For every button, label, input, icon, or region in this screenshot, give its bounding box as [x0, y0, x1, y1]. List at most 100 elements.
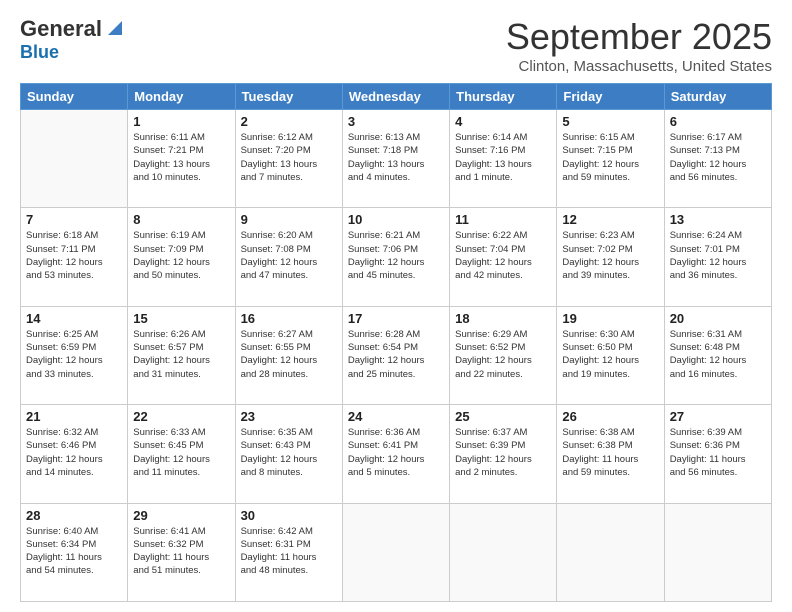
day-info: Sunrise: 6:19 AM Sunset: 7:09 PM Dayligh… — [133, 229, 229, 282]
logo-triangle-icon — [104, 17, 126, 39]
day-info: Sunrise: 6:22 AM Sunset: 7:04 PM Dayligh… — [455, 229, 551, 282]
day-info: Sunrise: 6:42 AM Sunset: 6:31 PM Dayligh… — [241, 525, 337, 578]
table-row: 30 Sunrise: 6:42 AM Sunset: 6:31 PM Dayli… — [235, 503, 342, 601]
day-info: Sunrise: 6:32 AM Sunset: 6:46 PM Dayligh… — [26, 426, 122, 479]
logo: General Blue — [20, 16, 126, 63]
day-info: Sunrise: 6:14 AM Sunset: 7:16 PM Dayligh… — [455, 131, 551, 184]
day-number: 15 — [133, 311, 229, 326]
day-info: Sunrise: 6:26 AM Sunset: 6:57 PM Dayligh… — [133, 328, 229, 381]
day-info: Sunrise: 6:35 AM Sunset: 6:43 PM Dayligh… — [241, 426, 337, 479]
day-number: 27 — [670, 409, 766, 424]
day-number: 13 — [670, 212, 766, 227]
table-row — [21, 110, 128, 208]
day-info: Sunrise: 6:41 AM Sunset: 6:32 PM Dayligh… — [133, 525, 229, 578]
table-row: 26 Sunrise: 6:38 AM Sunset: 6:38 PM Dayli… — [557, 405, 664, 503]
table-row: 2 Sunrise: 6:12 AM Sunset: 7:20 PM Daylig… — [235, 110, 342, 208]
day-info: Sunrise: 6:40 AM Sunset: 6:34 PM Dayligh… — [26, 525, 122, 578]
day-number: 14 — [26, 311, 122, 326]
day-info: Sunrise: 6:39 AM Sunset: 6:36 PM Dayligh… — [670, 426, 766, 479]
location-subtitle: Clinton, Massachusetts, United States — [506, 58, 772, 75]
day-number: 16 — [241, 311, 337, 326]
col-friday: Friday — [557, 84, 664, 110]
table-row: 5 Sunrise: 6:15 AM Sunset: 7:15 PM Daylig… — [557, 110, 664, 208]
day-info: Sunrise: 6:17 AM Sunset: 7:13 PM Dayligh… — [670, 131, 766, 184]
day-number: 19 — [562, 311, 658, 326]
table-row: 6 Sunrise: 6:17 AM Sunset: 7:13 PM Daylig… — [664, 110, 771, 208]
title-block: September 2025 Clinton, Massachusetts, U… — [506, 16, 772, 75]
table-row: 20Sunrise: 6:31 AM Sunset: 6:48 PM Dayli… — [664, 306, 771, 404]
day-number: 25 — [455, 409, 551, 424]
table-row: 12 Sunrise: 6:23 AM Sunset: 7:02 PM Dayli… — [557, 208, 664, 306]
day-number: 10 — [348, 212, 444, 227]
day-number: 2 — [241, 114, 337, 129]
day-info: Sunrise: 6:37 AM Sunset: 6:39 PM Dayligh… — [455, 426, 551, 479]
logo-text-blue: Blue — [20, 42, 59, 63]
day-number: 20 — [670, 311, 766, 326]
day-info: Sunrise: 6:38 AM Sunset: 6:38 PM Dayligh… — [562, 426, 658, 479]
table-row: 17Sunrise: 6:28 AM Sunset: 6:54 PM Dayli… — [342, 306, 449, 404]
day-info: Sunrise: 6:18 AM Sunset: 7:11 PM Dayligh… — [26, 229, 122, 282]
table-row: 22 Sunrise: 6:33 AM Sunset: 6:45 PM Dayli… — [128, 405, 235, 503]
col-thursday: Thursday — [450, 84, 557, 110]
month-title: September 2025 — [506, 16, 772, 58]
day-number: 18 — [455, 311, 551, 326]
day-info: Sunrise: 6:29 AM Sunset: 6:52 PM Dayligh… — [455, 328, 551, 381]
table-row — [664, 503, 771, 601]
table-row: 13 Sunrise: 6:24 AM Sunset: 7:01 PM Dayli… — [664, 208, 771, 306]
table-row: 16 Sunrise: 6:27 AM Sunset: 6:55 PM Dayli… — [235, 306, 342, 404]
table-row — [450, 503, 557, 601]
day-info: Sunrise: 6:15 AM Sunset: 7:15 PM Dayligh… — [562, 131, 658, 184]
day-number: 3 — [348, 114, 444, 129]
table-row: 29 Sunrise: 6:41 AM Sunset: 6:32 PM Dayli… — [128, 503, 235, 601]
day-number: 26 — [562, 409, 658, 424]
day-number: 7 — [26, 212, 122, 227]
table-row: 18 Sunrise: 6:29 AM Sunset: 6:52 PM Dayli… — [450, 306, 557, 404]
table-row: 10 Sunrise: 6:21 AM Sunset: 7:06 PM Dayli… — [342, 208, 449, 306]
col-saturday: Saturday — [664, 84, 771, 110]
day-number: 6 — [670, 114, 766, 129]
day-info: Sunrise: 6:23 AM Sunset: 7:02 PM Dayligh… — [562, 229, 658, 282]
day-number: 12 — [562, 212, 658, 227]
day-number: 22 — [133, 409, 229, 424]
col-tuesday: Tuesday — [235, 84, 342, 110]
table-row — [557, 503, 664, 601]
day-number: 4 — [455, 114, 551, 129]
table-row: 11 Sunrise: 6:22 AM Sunset: 7:04 PM Dayli… — [450, 208, 557, 306]
table-row: 23 Sunrise: 6:35 AM Sunset: 6:43 PM Dayli… — [235, 405, 342, 503]
table-row: 7 Sunrise: 6:18 AM Sunset: 7:11 PM Daylig… — [21, 208, 128, 306]
table-row: 15 Sunrise: 6:26 AM Sunset: 6:57 PM Dayli… — [128, 306, 235, 404]
day-info: Sunrise: 6:25 AM Sunset: 6:59 PM Dayligh… — [26, 328, 122, 381]
day-info: Sunrise: 6:11 AM Sunset: 7:21 PM Dayligh… — [133, 131, 229, 184]
table-row: 25 Sunrise: 6:37 AM Sunset: 6:39 PM Dayli… — [450, 405, 557, 503]
day-number: 5 — [562, 114, 658, 129]
table-row: 8 Sunrise: 6:19 AM Sunset: 7:09 PM Daylig… — [128, 208, 235, 306]
day-number: 1 — [133, 114, 229, 129]
logo-text-general: General — [20, 16, 102, 42]
col-monday: Monday — [128, 84, 235, 110]
table-row: 24Sunrise: 6:36 AM Sunset: 6:41 PM Dayli… — [342, 405, 449, 503]
day-number: 23 — [241, 409, 337, 424]
table-row: 19Sunrise: 6:30 AM Sunset: 6:50 PM Dayli… — [557, 306, 664, 404]
day-info: Sunrise: 6:28 AM Sunset: 6:54 PM Dayligh… — [348, 328, 444, 381]
day-number: 9 — [241, 212, 337, 227]
day-number: 8 — [133, 212, 229, 227]
day-number: 21 — [26, 409, 122, 424]
day-info: Sunrise: 6:33 AM Sunset: 6:45 PM Dayligh… — [133, 426, 229, 479]
day-number: 11 — [455, 212, 551, 227]
table-row: 14 Sunrise: 6:25 AM Sunset: 6:59 PM Dayli… — [21, 306, 128, 404]
day-number: 30 — [241, 508, 337, 523]
day-info: Sunrise: 6:24 AM Sunset: 7:01 PM Dayligh… — [670, 229, 766, 282]
day-info: Sunrise: 6:21 AM Sunset: 7:06 PM Dayligh… — [348, 229, 444, 282]
col-wednesday: Wednesday — [342, 84, 449, 110]
calendar-table: Sunday Monday Tuesday Wednesday Thursday… — [20, 83, 772, 602]
table-row: 1 Sunrise: 6:11 AM Sunset: 7:21 PM Daylig… — [128, 110, 235, 208]
day-number: 29 — [133, 508, 229, 523]
day-info: Sunrise: 6:20 AM Sunset: 7:08 PM Dayligh… — [241, 229, 337, 282]
table-row: 3Sunrise: 6:13 AM Sunset: 7:18 PM Daylig… — [342, 110, 449, 208]
day-info: Sunrise: 6:27 AM Sunset: 6:55 PM Dayligh… — [241, 328, 337, 381]
day-info: Sunrise: 6:12 AM Sunset: 7:20 PM Dayligh… — [241, 131, 337, 184]
table-row: 27 Sunrise: 6:39 AM Sunset: 6:36 PM Dayli… — [664, 405, 771, 503]
page: General Blue September 2025 Clinton, Mas… — [0, 0, 792, 612]
table-row: 21 Sunrise: 6:32 AM Sunset: 6:46 PM Dayli… — [21, 405, 128, 503]
header: General Blue September 2025 Clinton, Mas… — [20, 16, 772, 75]
